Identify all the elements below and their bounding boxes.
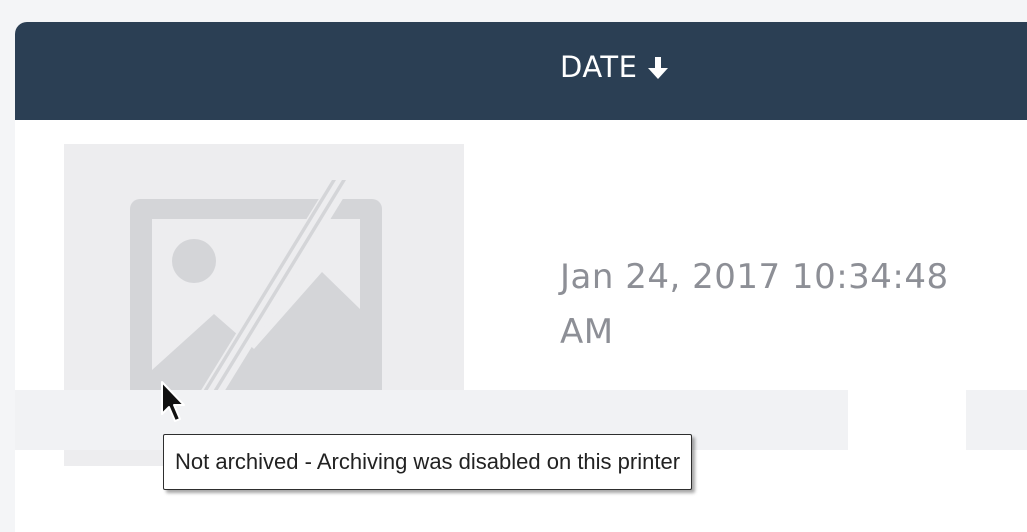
column-header-date-label: DATE bbox=[560, 50, 638, 84]
arrow-down-icon bbox=[647, 54, 669, 80]
table-header: DATE bbox=[15, 22, 1027, 120]
tooltip: Not archived - Archiving was disabled on… bbox=[163, 434, 693, 490]
column-header-date[interactable]: DATE bbox=[560, 50, 669, 84]
row-divider bbox=[848, 390, 966, 450]
mouse-pointer-icon bbox=[158, 380, 190, 428]
date-cell: Jan 24, 2017 10:34:48 AM bbox=[560, 257, 949, 352]
